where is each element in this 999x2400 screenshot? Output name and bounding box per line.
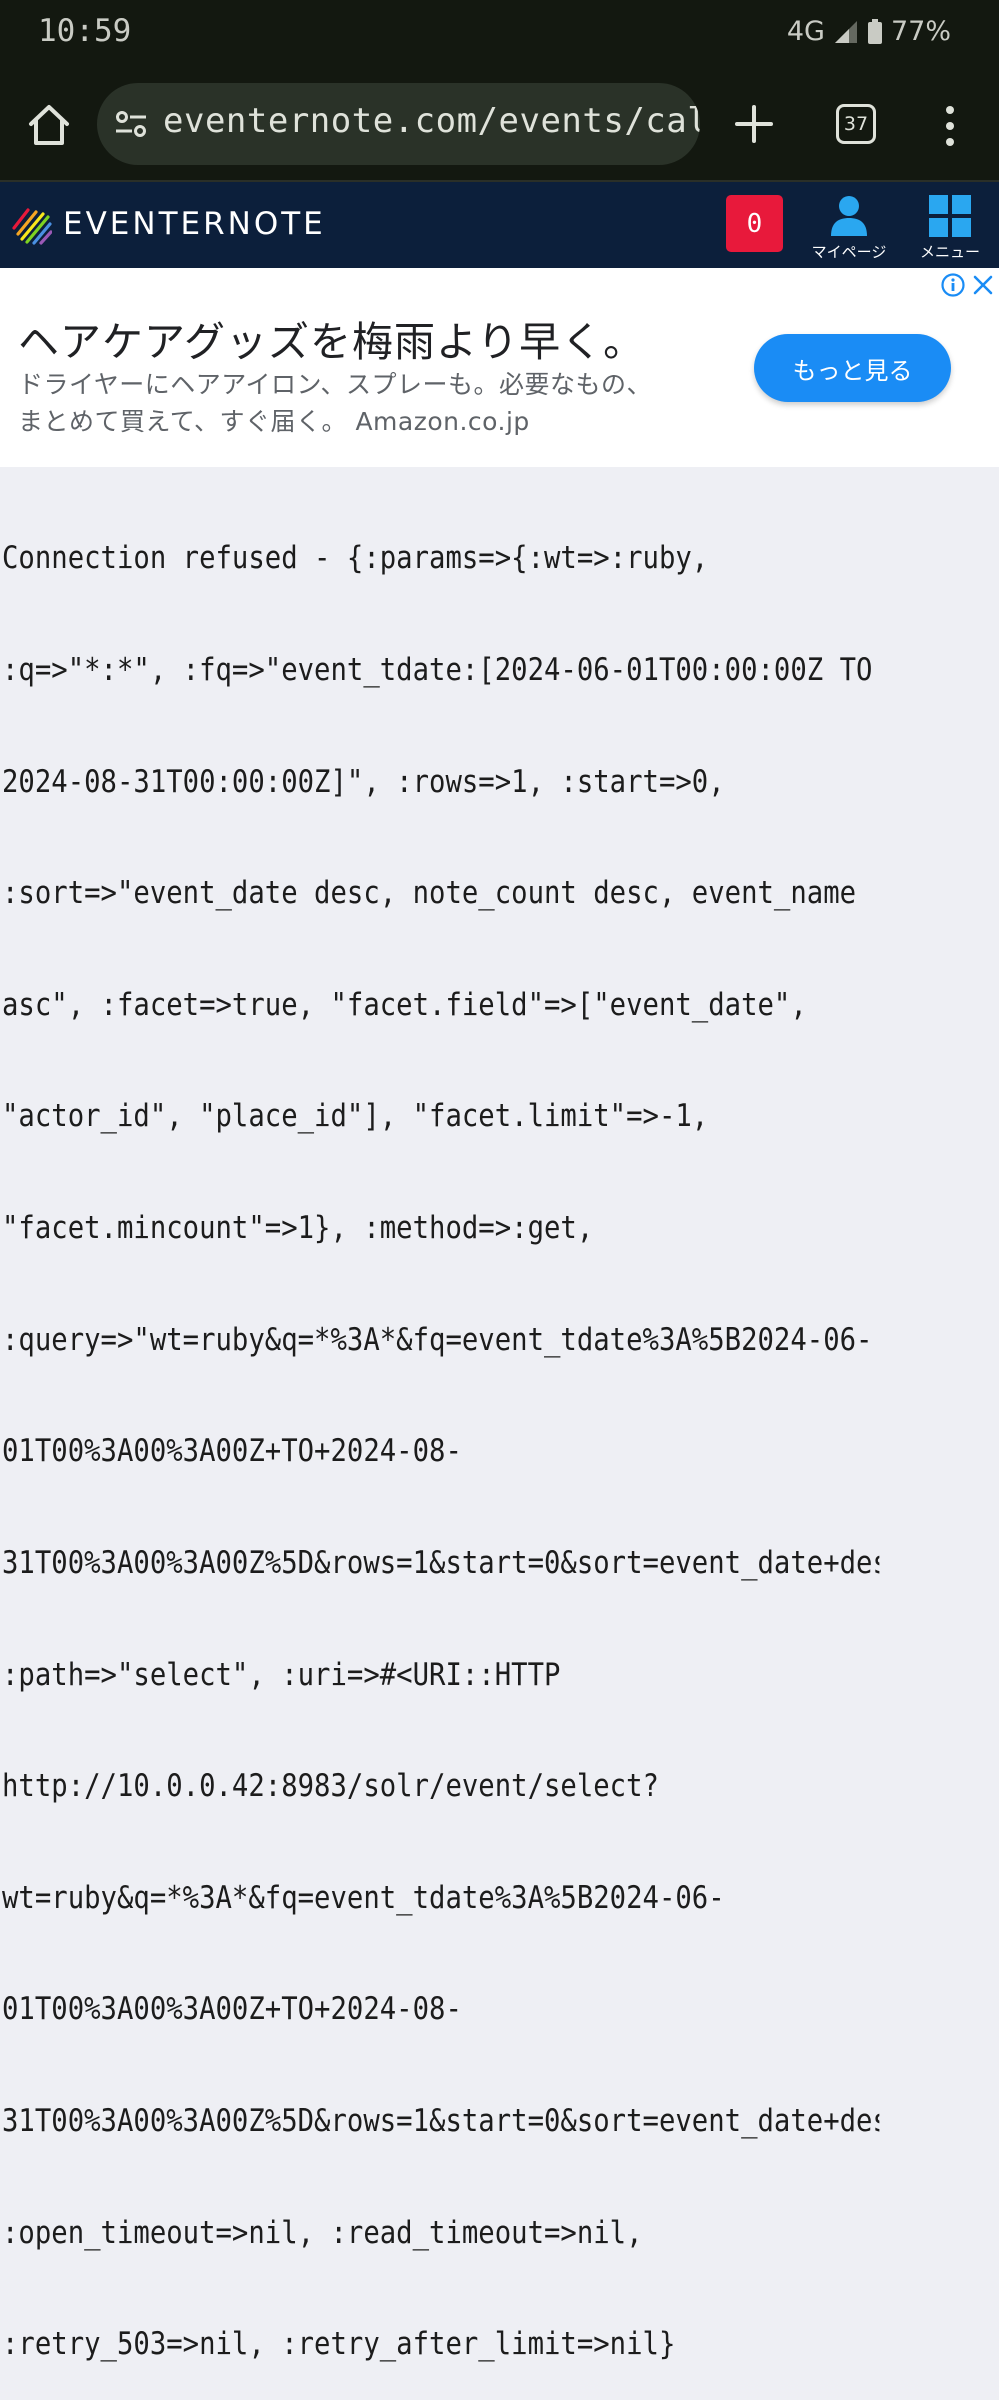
network-type: 4G [786, 16, 825, 47]
ad-headline[interactable]: ヘアケアグッズを梅雨より早く。 [18, 308, 645, 368]
site-logo-text[interactable]: EVENTERNOTE [63, 206, 326, 242]
status-time: 10:59 [38, 13, 132, 49]
grid-menu-icon [929, 195, 971, 237]
ad-cta-button[interactable]: もっと見る [754, 334, 951, 402]
battery-icon [867, 18, 882, 44]
browser-toolbar: eventernote.com/events/caler 37 [0, 68, 999, 182]
error-line: asc", :facet=>true, "facet.field"=>["eve… [2, 986, 807, 1023]
ad-close-icon[interactable] [973, 275, 993, 295]
ad-info-icon[interactable] [941, 273, 965, 297]
error-message: Connection refused - {:params=>{:wt=>:ru… [2, 466, 879, 2400]
error-line: :retry_503=>nil, :retry_after_limit=>nil… [2, 2326, 676, 2363]
error-line: Connection refused - {:params=>{:wt=>:ru… [2, 540, 709, 577]
new-tab-icon[interactable] [735, 105, 773, 143]
error-line: 01T00%3A00%3A00Z+TO+2024-08- [2, 1433, 462, 1470]
error-line: 31T00%3A00%3A00Z%5D&rows=1&start=0&sort=… [2, 1544, 880, 1581]
error-line: "facet.mincount"=>1}, :method=>:get, [2, 1210, 594, 1247]
ad-body-line: ドライヤーにヘアアイロン、スプレーも。必要なもの、 [18, 370, 653, 399]
site-settings-icon[interactable] [115, 110, 147, 138]
mypage-button[interactable]: マイページ [804, 194, 894, 264]
url-text[interactable]: eventernote.com/events/caler [163, 101, 700, 141]
eventernote-logo-icon[interactable] [12, 206, 52, 246]
error-line: 31T00%3A00%3A00Z%5D&rows=1&start=0&sort=… [2, 2102, 880, 2139]
home-icon[interactable] [26, 102, 72, 148]
menu-label: メニュー [919, 243, 980, 261]
more-options-icon[interactable] [938, 104, 962, 148]
error-line: 01T00%3A00%3A00Z+TO+2024-08- [2, 1991, 462, 2028]
ad-body-line: まとめて買えて、すぐ届く。 Amazon.co.jp [18, 407, 530, 436]
mypage-label: マイページ [811, 243, 887, 261]
error-line: :sort=>"event_date desc, note_count desc… [2, 875, 857, 912]
error-line: wt=ruby&q=*%3A*&fq=event_tdate%3A%5B2024… [2, 1879, 725, 1916]
error-line: :q=>"*:*", :fq=>"event_tdate:[2024-06-01… [2, 652, 873, 689]
ad-body: ドライヤーにヘアアイロン、スプレーも。必要なもの、 まとめて買えて、すぐ届く。 … [18, 366, 728, 440]
signal-icon [834, 20, 857, 43]
error-line: :open_timeout=>nil, :read_timeout=>nil, [2, 2214, 643, 2251]
tab-switcher-button[interactable]: 37 [836, 104, 876, 144]
notification-button[interactable]: 0 [726, 195, 783, 252]
error-line: :query=>"wt=ruby&q=*%3A*&fq=event_tdate%… [2, 1321, 873, 1358]
status-indicators: 4G 77% [787, 16, 951, 47]
user-icon [831, 196, 867, 236]
error-line: "actor_id", "place_id"], "facet.limit"=>… [2, 1098, 709, 1135]
error-line: 2024-08-31T00:00:00Z]", :rows=>1, :start… [2, 763, 725, 800]
address-bar[interactable]: eventernote.com/events/caler [97, 83, 700, 165]
battery-level: 77% [890, 16, 951, 47]
menu-button[interactable]: メニュー [905, 194, 995, 264]
status-bar: 10:59 4G 77% [0, 0, 999, 68]
error-line: :path=>"select", :uri=>#<URI::HTTP [2, 1656, 561, 1693]
error-line: http://10.0.0.42:8983/solr/event/select? [2, 1768, 659, 1805]
site-header: EVENTERNOTE 0 マイページ メニュー [0, 182, 999, 268]
